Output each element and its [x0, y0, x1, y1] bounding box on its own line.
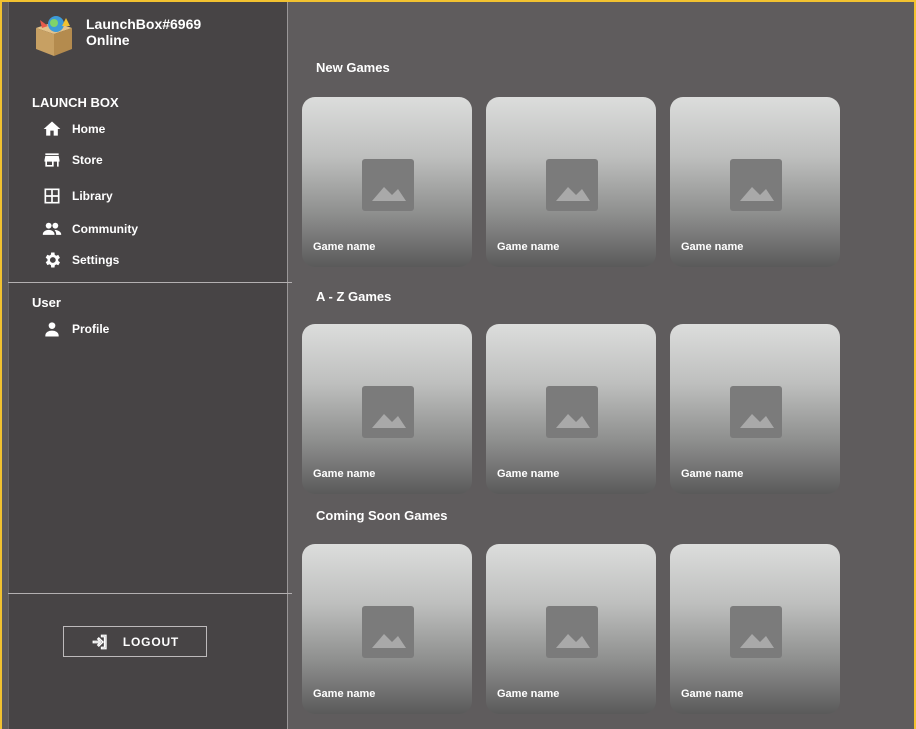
image-placeholder-icon	[730, 606, 782, 658]
library-icon	[44, 188, 60, 204]
game-name: Game name	[313, 241, 376, 253]
launchbox-heading: LAUNCH BOX	[32, 95, 119, 110]
community-icon	[42, 222, 62, 235]
sidebar	[8, 2, 288, 729]
user-heading: User	[32, 295, 61, 310]
user-status: Online	[86, 32, 130, 48]
image-placeholder-icon	[730, 386, 782, 438]
sidebar-divider	[8, 593, 292, 594]
username: LaunchBox#6969	[86, 16, 202, 32]
sidebar-item-settings[interactable]: Settings	[42, 250, 119, 270]
game-card[interactable]: Game name	[486, 544, 656, 714]
game-card[interactable]: Game name	[670, 544, 840, 714]
sidebar-divider	[8, 282, 292, 283]
image-placeholder-icon	[546, 386, 598, 438]
sidebar-item-home[interactable]: Home	[42, 119, 105, 139]
game-card[interactable]: Game name	[302, 324, 472, 494]
game-card[interactable]: Game name	[670, 324, 840, 494]
gear-icon	[45, 252, 60, 268]
sidebar-item-profile[interactable]: Profile	[42, 319, 109, 339]
sidebar-item-label: Profile	[72, 322, 110, 336]
logout-icon	[92, 634, 107, 649]
game-name: Game name	[497, 468, 560, 480]
sidebar-item-store[interactable]: Store	[42, 150, 103, 170]
sidebar-item-label: Library	[72, 189, 113, 203]
sidebar-item-label: Store	[72, 153, 103, 167]
image-placeholder-icon	[546, 606, 598, 658]
logout-button[interactable]: LOGOUT	[63, 626, 207, 657]
person-icon	[45, 322, 59, 337]
section-title-new-games: New Games	[316, 60, 390, 75]
section-title-a-z-games: A - Z Games	[316, 289, 392, 304]
game-card[interactable]: Game name	[486, 97, 656, 267]
user-header: LaunchBox#6969 Online	[32, 14, 201, 58]
home-icon	[43, 121, 61, 136]
logout-label: LOGOUT	[122, 634, 180, 649]
sidebar-item-label: Home	[72, 122, 106, 136]
game-card[interactable]: Game name	[486, 324, 656, 494]
image-placeholder-icon	[362, 159, 414, 211]
sidebar-item-community[interactable]: Community	[42, 219, 138, 239]
game-card[interactable]: Game name	[302, 544, 472, 714]
sidebar-item-label: Settings	[72, 253, 120, 267]
game-name: Game name	[313, 688, 376, 700]
image-placeholder-icon	[730, 159, 782, 211]
game-name: Game name	[681, 688, 744, 700]
game-name: Game name	[497, 241, 560, 253]
game-name: Game name	[497, 688, 560, 700]
game-name: Game name	[681, 468, 744, 480]
section-title-coming-soon: Coming Soon Games	[316, 508, 448, 523]
image-placeholder-icon	[362, 386, 414, 438]
store-icon	[44, 153, 60, 167]
game-name: Game name	[681, 241, 744, 253]
launchbox-logo-icon	[36, 16, 72, 56]
game-card[interactable]: Game name	[302, 97, 472, 267]
game-card[interactable]: Game name	[670, 97, 840, 267]
image-placeholder-icon	[546, 159, 598, 211]
sidebar-item-label: Community	[72, 222, 138, 236]
image-placeholder-icon	[362, 606, 414, 658]
game-name: Game name	[313, 468, 376, 480]
sidebar-item-library[interactable]: Library	[42, 186, 113, 206]
